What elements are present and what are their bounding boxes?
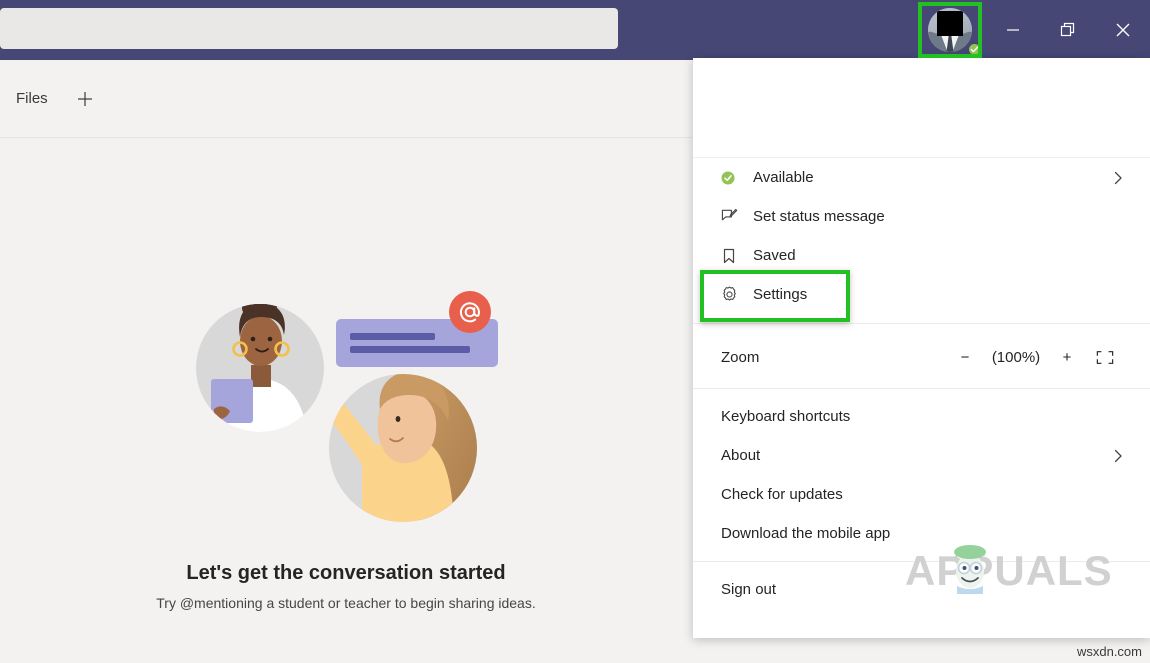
menu-item-label: Saved (753, 247, 1126, 264)
menu-item-keyboard-shortcuts[interactable]: Keyboard shortcuts (693, 397, 1150, 436)
close-icon (1115, 22, 1131, 38)
menu-item-sign-out[interactable]: Sign out (693, 570, 1150, 609)
menu-item-settings[interactable]: Settings (693, 275, 1150, 314)
teams-window: Files (0, 0, 1150, 663)
add-tab-button[interactable] (72, 86, 98, 112)
chevron-right-icon (1110, 448, 1126, 464)
menu-item-label: Settings (753, 286, 1126, 303)
profile-header (693, 58, 1150, 158)
profile-avatar-button[interactable] (918, 2, 982, 58)
zoom-controls: − (100%) + (946, 341, 1124, 373)
menu-divider-1 (693, 323, 1150, 324)
avatar (928, 8, 972, 52)
menu-divider-2 (693, 388, 1150, 389)
empty-state-content: Let's get the conversation started Try @… (0, 139, 692, 663)
page-title: Let's get the conversation started (186, 562, 505, 585)
profile-dropdown-menu: Available Set status message (693, 58, 1150, 638)
minimize-icon (1006, 23, 1020, 37)
channel-tab-strip: Files (0, 60, 692, 138)
restore-icon (1060, 22, 1076, 38)
menu-item-download-mobile-app[interactable]: Download the mobile app (693, 514, 1150, 553)
menu-item-check-for-updates[interactable]: Check for updates (693, 475, 1150, 514)
close-button[interactable] (1095, 0, 1150, 60)
tab-files[interactable]: Files (10, 86, 54, 111)
menu-divider-3 (693, 561, 1150, 562)
menu-item-saved[interactable]: Saved (693, 236, 1150, 275)
illustration-figures (166, 269, 526, 554)
zoom-fullscreen-button[interactable] (1086, 341, 1124, 373)
zoom-label: Zoom (721, 349, 946, 366)
presence-available-icon (721, 171, 753, 185)
status-message-icon (721, 208, 753, 225)
site-credit: wsxdn.com (1077, 644, 1142, 659)
search-input[interactable] (0, 8, 618, 49)
zoom-out-button[interactable]: − (946, 341, 984, 373)
page-subtitle: Try @mentioning a student or teacher to … (156, 595, 535, 611)
window-controls (985, 0, 1150, 60)
presence-available-badge (967, 42, 982, 57)
plus-icon (75, 89, 95, 109)
avatar-redaction-box (937, 11, 963, 36)
menu-item-label: Check for updates (721, 486, 1126, 503)
figure-left (211, 291, 308, 444)
conversation-illustration (166, 269, 526, 554)
menu-item-label: Set status message (753, 208, 1126, 225)
menu-item-set-status-message[interactable]: Set status message (693, 197, 1150, 236)
menu-item-label: Download the mobile app (721, 525, 1126, 542)
minimize-button[interactable] (985, 0, 1040, 60)
zoom-row: Zoom − (100%) + (693, 334, 1150, 380)
maximize-button[interactable] (1040, 0, 1095, 60)
menu-item-label: Available (753, 169, 1110, 186)
bookmark-icon (721, 248, 753, 264)
gear-icon (721, 286, 753, 303)
zoom-in-button[interactable]: + (1048, 341, 1086, 373)
chevron-right-icon (1110, 170, 1126, 186)
menu-item-about[interactable]: About (693, 436, 1150, 475)
menu-item-available[interactable]: Available (693, 158, 1150, 197)
menu-item-label: About (721, 447, 1110, 464)
check-icon (970, 45, 979, 54)
fullscreen-icon (1096, 350, 1114, 365)
zoom-value: (100%) (984, 349, 1048, 366)
menu-item-label: Keyboard shortcuts (721, 408, 1126, 425)
menu-item-label: Sign out (721, 581, 1126, 598)
figure-right (305, 372, 481, 526)
